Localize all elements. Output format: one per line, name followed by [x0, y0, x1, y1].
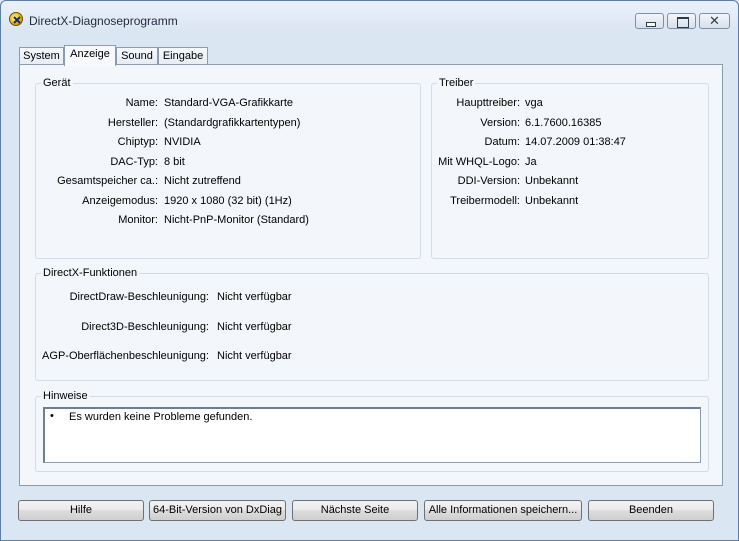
- close-icon: ✕: [709, 13, 720, 28]
- device-label: DAC-Typ:: [110, 156, 158, 168]
- feature-value: Nicht verfügbar: [217, 350, 292, 362]
- device-value: (Standardgrafikkartentypen): [164, 117, 301, 129]
- driver-label: Mit WHQL-Logo:: [438, 156, 520, 168]
- feature-value: Nicht verfügbar: [217, 291, 292, 303]
- device-label: Gesamtspeicher ca.:: [57, 175, 158, 187]
- maximize-button[interactable]: [667, 13, 696, 29]
- driver-label: DDI-Version:: [457, 175, 520, 187]
- directx-app-icon: [9, 12, 23, 26]
- feature-label: AGP-Oberflächenbeschleunigung:: [42, 350, 209, 362]
- bullet-icon: •: [50, 410, 54, 422]
- note-item: Es wurden keine Probleme gefunden.: [69, 411, 253, 423]
- driver-value: 6.1.7600.16385: [525, 117, 602, 129]
- tab-panel: Gerät Name: Standard-VGA-Grafikkarte Her…: [19, 64, 723, 486]
- dxdiag-window: DirectX-Diagnoseprogramm ✕ System Anzeig…: [0, 0, 739, 541]
- device-label: Anzeigemodus:: [82, 195, 158, 207]
- driver-label: Version:: [480, 117, 520, 129]
- driver-label: Haupttreiber:: [456, 97, 520, 109]
- close-button[interactable]: ✕: [699, 13, 730, 29]
- features-group-title: DirectX-Funktionen: [41, 267, 140, 279]
- device-value: NVIDIA: [164, 136, 201, 148]
- device-label: Hersteller:: [107, 117, 158, 129]
- exit-button[interactable]: Beenden: [588, 500, 714, 521]
- driver-group-title: Treiber: [437, 77, 476, 89]
- driver-value: Unbekannt: [525, 175, 579, 187]
- feature-value: Nicht verfügbar: [217, 321, 292, 333]
- device-value: 1920 x 1080 (32 bit) (1Hz): [164, 195, 292, 207]
- driver-label: Datum:: [484, 136, 520, 148]
- driver-label: Treibermodell:: [450, 195, 520, 207]
- minimize-button[interactable]: [635, 13, 664, 29]
- feature-label: DirectDraw-Beschleunigung:: [69, 291, 209, 303]
- save-all-button[interactable]: Alle Informationen speichern...: [424, 500, 582, 521]
- next-page-button[interactable]: Nächste Seite: [292, 500, 418, 521]
- driver-value: 14.07.2009 01:38:47: [525, 136, 626, 148]
- tab-anzeige[interactable]: Anzeige: [64, 45, 116, 66]
- dxdiag64-button[interactable]: 64-Bit-Version von DxDiag: [149, 500, 286, 521]
- device-label: Chiptyp:: [117, 136, 158, 148]
- device-value: Standard-VGA-Grafikkarte: [164, 97, 293, 109]
- notes-textbox[interactable]: • Es wurden keine Probleme gefunden.: [43, 407, 701, 463]
- device-group-title: Gerät: [41, 77, 73, 89]
- driver-value: vga: [525, 97, 543, 109]
- features-group: DirectX-Funktionen DirectDraw-Beschleuni…: [35, 267, 709, 381]
- help-button[interactable]: Hilfe: [18, 500, 144, 521]
- device-label: Name:: [125, 97, 158, 109]
- feature-label: Direct3D-Beschleunigung:: [81, 321, 209, 333]
- driver-value: Unbekannt: [525, 195, 579, 207]
- window-title: DirectX-Diagnoseprogramm: [29, 14, 178, 28]
- title-bar[interactable]: DirectX-Diagnoseprogramm ✕: [1, 1, 738, 37]
- driver-value: Ja: [525, 156, 537, 168]
- device-group: Gerät Name: Standard-VGA-Grafikkarte Her…: [35, 77, 421, 259]
- device-value: 8 bit: [164, 156, 185, 168]
- device-value: Nicht zutreffend: [164, 175, 241, 187]
- device-label: Monitor:: [118, 214, 158, 226]
- device-value: Nicht-PnP-Monitor (Standard): [164, 214, 309, 226]
- notes-group-title: Hinweise: [41, 390, 90, 402]
- driver-group: Treiber Haupttreiber: vga Version: 6.1.7…: [431, 77, 709, 259]
